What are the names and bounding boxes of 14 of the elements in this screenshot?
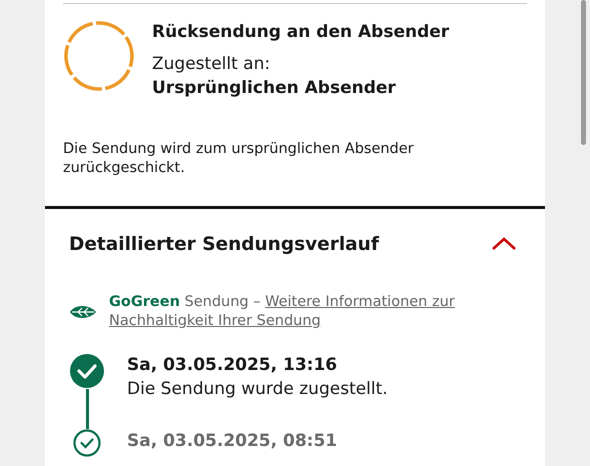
leaf-icon	[69, 304, 97, 320]
dashed-circle-icon	[63, 20, 135, 92]
status-description: Die Sendung wird zum ursprünglichen Absender zurückgeschickt.	[63, 140, 415, 178]
recipient-text: Ursprünglichen Absender	[152, 77, 397, 100]
delivered-label: Zugestellt an:	[152, 53, 272, 76]
event-text: Die Sendung wurde zugestellt.	[127, 378, 388, 401]
sustainability-link[interactable]: Nachhaltigkeit Ihrer Sendung	[109, 313, 321, 329]
scrollbar[interactable]	[581, 0, 586, 145]
sustainability-link[interactable]: Weitere Informationen zur	[265, 294, 455, 310]
status-title: Rücksendung an den Absender	[152, 21, 450, 44]
event-date: Sa, 03.05.2025, 08:51	[127, 430, 338, 453]
gogreen-note: GoGreen Sendung – Weitere Informationen zur Nachhaltigkeit Ihrer Sendung	[109, 293, 455, 331]
event-date: Sa, 03.05.2025, 13:16	[127, 354, 338, 377]
section-title: Detaillierter Sendungsverlauf	[69, 234, 379, 254]
